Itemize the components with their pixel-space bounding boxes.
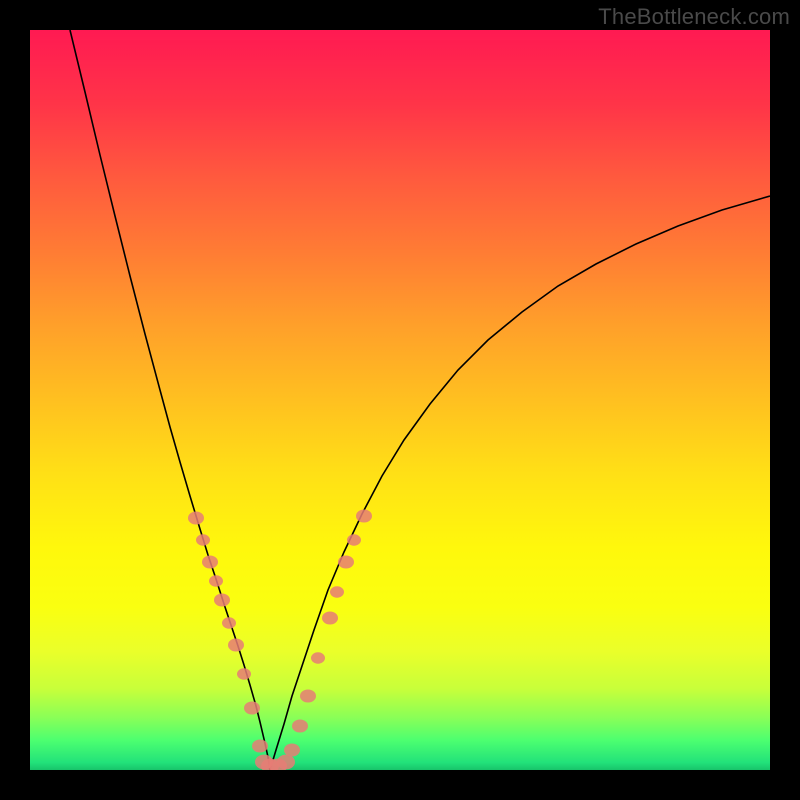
data-marker — [292, 719, 308, 732]
data-marker — [222, 617, 236, 628]
plot-area — [30, 30, 770, 770]
data-marker — [284, 743, 300, 756]
data-marker — [252, 739, 268, 752]
data-marker — [188, 511, 204, 524]
data-marker — [214, 593, 230, 606]
data-marker — [228, 638, 244, 651]
data-marker — [300, 689, 316, 702]
data-markers — [188, 509, 372, 770]
data-marker — [277, 755, 295, 770]
data-marker — [330, 586, 344, 597]
right-curve — [270, 196, 770, 770]
data-marker — [237, 668, 251, 679]
data-marker — [209, 575, 223, 586]
data-marker — [196, 534, 210, 545]
chart-svg — [30, 30, 770, 770]
data-marker — [356, 509, 372, 522]
data-marker — [322, 611, 338, 624]
data-marker — [202, 555, 218, 568]
chart-frame: TheBottleneck.com — [0, 0, 800, 800]
data-marker — [244, 701, 260, 714]
data-marker — [347, 534, 361, 545]
watermark-text: TheBottleneck.com — [598, 4, 790, 30]
left-curve — [70, 30, 270, 770]
data-marker — [311, 652, 325, 663]
data-marker — [338, 555, 354, 568]
